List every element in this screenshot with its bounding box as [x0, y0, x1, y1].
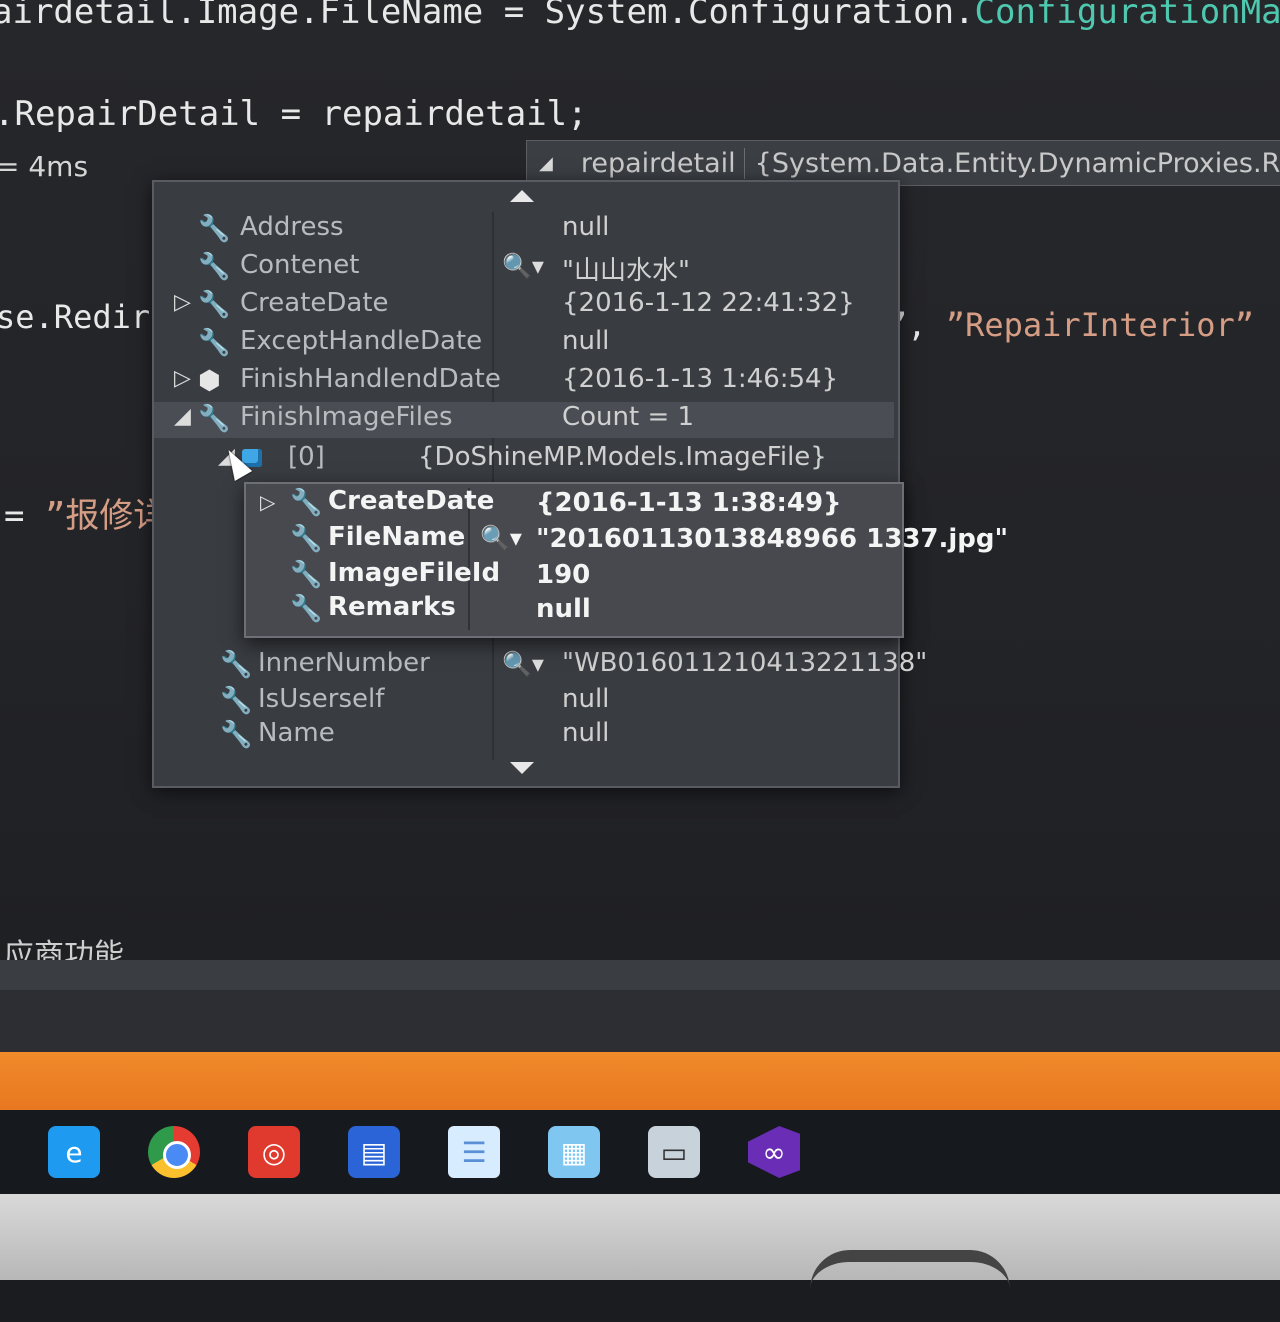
- wrench-icon: 🔧: [198, 290, 231, 320]
- datatip-row[interactable]: 🔧 IsUserself null: [154, 684, 894, 720]
- code-line-comment: 应商功能: [4, 938, 124, 960]
- magnifier-dropdown-icon[interactable]: 🔍▾: [502, 650, 544, 678]
- datatip-row[interactable]: 🔧 Name null: [154, 718, 894, 754]
- popup-row[interactable]: 🔧 Remarks null: [246, 592, 898, 626]
- monitor-bezel: [0, 1194, 1280, 1280]
- datatip-row[interactable]: 🔧 Contenet 🔍▾ "山山水水": [154, 250, 894, 286]
- datatip-row[interactable]: ▷ 🔧 CreateDate {2016-1-12 22:41:32}: [154, 288, 894, 324]
- collapse-triangle-icon[interactable]: ◢: [174, 404, 191, 429]
- scroll-up-arrow-icon[interactable]: [510, 190, 534, 202]
- taskbar: e ◎ ▤ ☰ ▦ ▭ ∞: [0, 1110, 1280, 1194]
- datatip-row-selected[interactable]: ◢ 🔧 FinishImageFiles Count = 1: [154, 402, 894, 438]
- magnifier-dropdown-icon[interactable]: 🔍▾: [502, 252, 544, 280]
- output-panel[interactable]: [0, 990, 1280, 1052]
- datatip-row[interactable]: 🔧 Address null: [154, 212, 894, 248]
- monitor-logo: [810, 1250, 1010, 1322]
- code-line-1: airdetail.Image.FileName = System.Config…: [0, 0, 1280, 32]
- wrench-icon: 🔧: [198, 252, 231, 282]
- magnifier-dropdown-icon[interactable]: 🔍▾: [480, 524, 522, 552]
- datatip-row-child[interactable]: ◢ [0] {DoShineMP.Models.ImageFile}: [154, 442, 894, 478]
- datatip-variable-name: repairdetail: [581, 147, 745, 179]
- object-icon: ⬢: [198, 366, 221, 396]
- editor-status-strip: [0, 960, 1280, 990]
- wrench-icon: 🔧: [220, 650, 253, 680]
- wrench-icon: 🔧: [290, 560, 323, 590]
- datatip-row[interactable]: ▷ ⬢ FinishHandlendDate {2016-1-13 1:46:5…: [154, 364, 894, 400]
- wrench-icon: 🔧: [290, 488, 323, 518]
- code-line-redirect: se.Redire: [0, 298, 170, 336]
- ie-icon[interactable]: e: [48, 1126, 100, 1178]
- expand-triangle-icon[interactable]: ▷: [174, 366, 191, 391]
- file-icon[interactable]: ▦: [548, 1126, 600, 1178]
- popup-row[interactable]: ▷ 🔧 CreateDate {2016-1-13 1:38:49}: [246, 486, 898, 520]
- popup-row[interactable]: 🔧 FileName 🔍▾ "20160113013848966 1337.jp…: [246, 522, 1008, 556]
- popup-row[interactable]: 🔧 ImageFileId 190: [246, 558, 898, 592]
- code-class-token: ConfigurationMa: [974, 0, 1280, 32]
- collapse-triangle-icon[interactable]: ◢: [539, 153, 553, 174]
- scroll-down-arrow-icon[interactable]: [510, 762, 534, 774]
- wrench-icon: 🔧: [290, 524, 323, 554]
- nested-datatip-popup[interactable]: ▷ 🔧 CreateDate {2016-1-13 1:38:49} 🔧 Fil…: [244, 482, 1008, 638]
- wrench-icon: 🔧: [220, 720, 253, 750]
- remote-desktop-icon[interactable]: ▭: [648, 1126, 700, 1178]
- wrench-icon: 🔧: [220, 686, 253, 716]
- wrench-icon: 🔧: [198, 404, 231, 434]
- wrench-icon: 🔧: [198, 328, 231, 358]
- expand-triangle-icon[interactable]: ▷: [174, 290, 191, 315]
- chrome-icon[interactable]: [148, 1126, 200, 1178]
- datatip-row[interactable]: 🔧 ExceptHandleDate null: [154, 326, 894, 362]
- expand-triangle-icon[interactable]: ▷: [260, 490, 275, 514]
- datatip-row[interactable]: 🔧 InnerNumber 🔍▾ "WB016011210413221138": [154, 648, 927, 684]
- datatip-variable-value: {System.Data.Entity.DynamicProxies.Repa: [754, 147, 1280, 179]
- code-line-2: .RepairDetail = repairdetail;: [0, 94, 588, 134]
- debug-status-bar: [0, 1052, 1280, 1110]
- elapsed-time-tip: = 4ms: [0, 150, 89, 183]
- network-icon[interactable]: ▤: [348, 1126, 400, 1178]
- wrench-icon: 🔧: [290, 594, 323, 624]
- chat-icon[interactable]: ☰: [448, 1126, 500, 1178]
- code-line-string: = ”报修详: [4, 496, 168, 536]
- wrench-icon: 🔧: [198, 214, 231, 244]
- code-editor[interactable]: airdetail.Image.FileName = System.Config…: [0, 0, 1280, 960]
- netease-music-icon[interactable]: ◎: [248, 1126, 300, 1178]
- code-line-redirect-args: ”, ”RepairInterior”: [888, 306, 1255, 344]
- visual-studio-icon[interactable]: ∞: [748, 1126, 800, 1178]
